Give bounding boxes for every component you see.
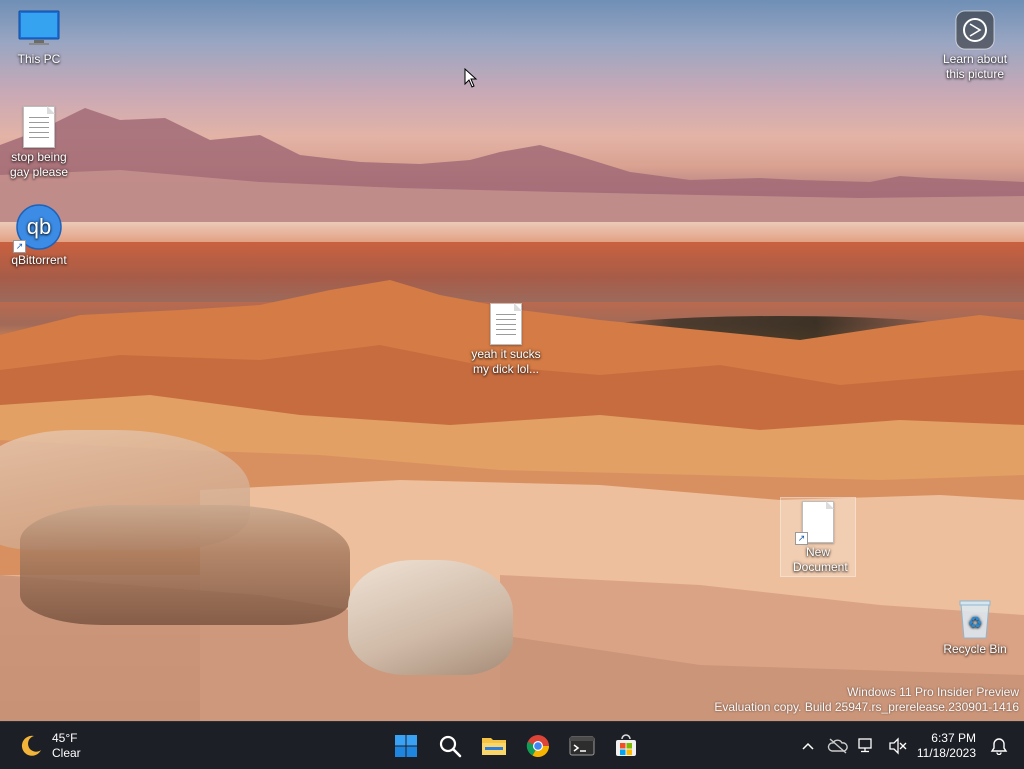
moon-icon	[21, 735, 41, 756]
desktop-icon-qbittorrent[interactable]: qb ↗ qBittorrent	[0, 203, 78, 268]
qbittorrent-icon: qb ↗	[13, 203, 63, 253]
mountain-range	[0, 108, 1024, 230]
weather-temperature: 45°F	[52, 731, 78, 745]
blank-document-icon: ↗	[795, 501, 834, 545]
windows-logo-icon	[395, 735, 417, 757]
chevron-up-icon	[802, 742, 814, 750]
weather-widget[interactable]: 45°F Clear	[18, 730, 81, 762]
file-explorer-button[interactable]	[474, 728, 514, 764]
text-document-icon	[490, 303, 522, 345]
watermark-line-1: Windows 11 Pro Insider Preview	[847, 685, 1019, 699]
icon-label: stop being gay please	[9, 150, 69, 179]
desktop-icon-new-document[interactable]: ↗ New Document	[780, 497, 856, 577]
desktop-icon-recycle-bin[interactable]: ♻ Recycle Bin	[936, 598, 1014, 657]
network-disconnected-icon	[858, 737, 872, 752]
volume-button[interactable]	[883, 731, 913, 761]
desktop-icon-stop-being-gay-please[interactable]: stop being gay please	[0, 106, 78, 180]
monitor-icon	[17, 8, 61, 50]
search-icon	[439, 735, 462, 758]
camera-icon	[955, 10, 995, 50]
os-watermark: Windows 11 Pro Insider Preview Evaluatio…	[714, 685, 1019, 715]
icon-label: New Document	[793, 545, 848, 574]
icon-label: Learn about this picture	[942, 52, 1008, 81]
notifications-button[interactable]	[984, 731, 1014, 761]
layered-rock	[20, 505, 350, 625]
svg-text:♻: ♻	[968, 613, 982, 632]
clock-button[interactable]: 6:37 PM 11/18/2023	[917, 731, 976, 761]
learn-about-picture[interactable]: Learn about this picture	[936, 10, 1014, 82]
shortcut-arrow-icon: ↗	[13, 240, 26, 253]
taskbar: 45°F Clear 6:37 PM 11/18/2023	[0, 721, 1024, 769]
desktop-wallpaper[interactable]: This PC stop being gay please qb ↗ qBitt…	[0, 0, 1024, 721]
network-button[interactable]	[853, 731, 883, 761]
chrome-button[interactable]	[518, 728, 558, 764]
icon-label: qBittorrent	[11, 253, 67, 267]
watermark-line-2: Evaluation copy. Build 25947.rs_prerelea…	[714, 700, 1019, 714]
folder-icon	[482, 738, 506, 755]
desktop-icon-this-pc[interactable]: This PC	[0, 8, 78, 67]
speaker-muted-icon	[889, 736, 907, 755]
icon-label: yeah it sucks my dick lol...	[471, 347, 541, 376]
mouse-cursor-icon	[464, 68, 478, 88]
shortcut-arrow-icon: ↗	[795, 532, 808, 545]
onedrive-button[interactable]	[823, 731, 853, 761]
clock-time: 6:37 PM	[931, 730, 976, 745]
boulder	[348, 560, 513, 675]
terminal-button[interactable]	[562, 728, 602, 764]
clock-date: 11/18/2023	[916, 745, 976, 760]
svg-text:qb: qb	[27, 214, 51, 239]
taskbar-pinned-apps	[386, 728, 646, 764]
desktop-icon-yeah-it-sucks[interactable]: yeah it sucks my dick lol...	[467, 303, 545, 377]
weather-condition: Clear	[52, 746, 81, 760]
icon-label: This PC	[17, 52, 61, 66]
recycle-bin-icon: ♻	[957, 598, 993, 640]
start-button[interactable]	[386, 728, 426, 764]
store-button[interactable]	[606, 728, 646, 764]
store-icon	[616, 734, 636, 756]
salt-flat	[0, 222, 1024, 242]
terminal-icon	[569, 736, 595, 756]
icon-label: Recycle Bin	[943, 642, 1007, 656]
search-button[interactable]	[430, 728, 470, 764]
chrome-icon	[526, 735, 549, 757]
show-hidden-icons-button[interactable]	[793, 731, 823, 761]
text-document-icon	[23, 106, 55, 148]
bell-icon	[990, 737, 1008, 755]
cloud-offline-icon	[827, 737, 848, 754]
system-tray: 6:37 PM 11/18/2023	[793, 722, 1014, 769]
